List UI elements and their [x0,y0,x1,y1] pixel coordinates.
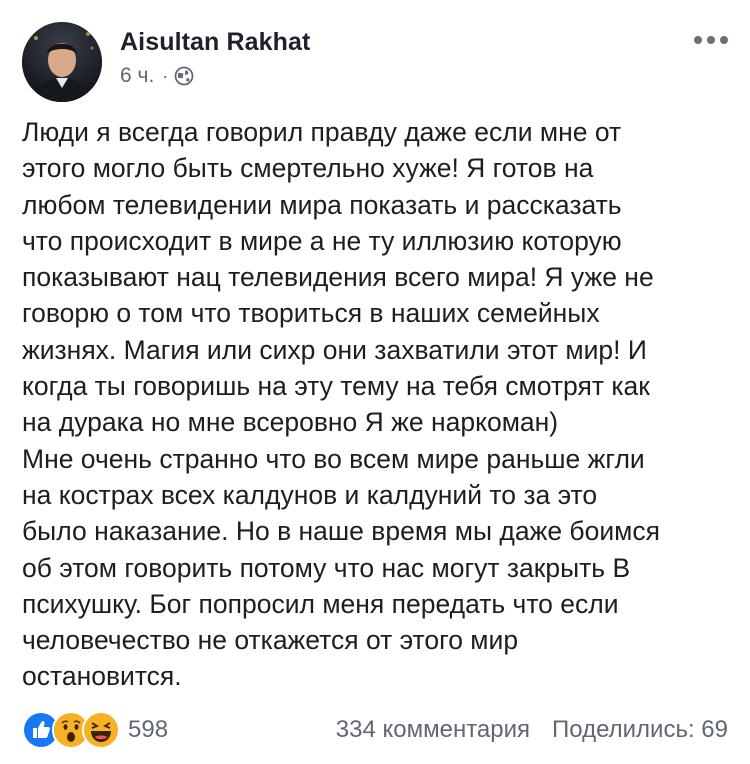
post-line: Люди я всегда говорил правду даже если м… [22,117,622,147]
globe-icon [174,66,194,86]
shares-count[interactable]: Поделились: 69 [552,716,728,744]
post-line: говорю о том что твориться в наших семей… [22,298,600,329]
post-line: когда ты говоришь на эту тему на тебя см… [22,371,650,402]
post-line: на кострах всех калдунов и калдуний то з… [22,479,598,510]
more-options-icon[interactable] [694,32,728,48]
post-text: Люди я всегда говорил правду даже если м… [22,114,734,695]
post-line: остановится. [22,661,182,692]
post-line: было наказание. Но в наше время мы даже … [22,516,660,547]
meta-separator: · [162,65,169,86]
post-line: об этом говорить потому что нас могут за… [22,552,631,583]
post-meta: 6 ч. · [120,64,194,88]
facebook-post: Aisultan Rakhat 6 ч. · Люди я всегда гов… [0,0,750,764]
avatar[interactable] [22,22,102,102]
post-line: что происходит в мире а не ту иллюзию ко… [22,225,622,256]
haha-icon [82,711,120,749]
engagement-stats: 334 комментария Поделились: 69 [336,716,728,744]
reaction-count[interactable]: 598 [128,716,168,744]
comments-count[interactable]: 334 комментария [336,716,530,744]
post-time[interactable]: 6 ч. [120,64,154,88]
author-name[interactable]: Aisultan Rakhat [120,28,310,57]
post-line: этого могло быть смертельно хуже! Я гото… [22,153,594,184]
post-line: Мне очень странно что во всем мире раньш… [22,443,645,474]
post-line: любом телевидении мира показать и расска… [22,189,622,220]
post-line: жизнях. Магия или сихр они захватили это… [22,334,647,365]
post-line: на дурака но мне всеровно Я же наркоман) [22,407,559,438]
post-footer: 598 334 комментария Поделились: 69 [22,710,728,750]
post-line: человечество не откажется от этого мир [22,625,519,656]
post-line: психушку. Бог попросил меня передать что… [22,588,619,619]
reactions-summary[interactable]: 598 [22,711,168,749]
post-line: показывают нац телевидения всего мира! Я… [22,262,654,293]
